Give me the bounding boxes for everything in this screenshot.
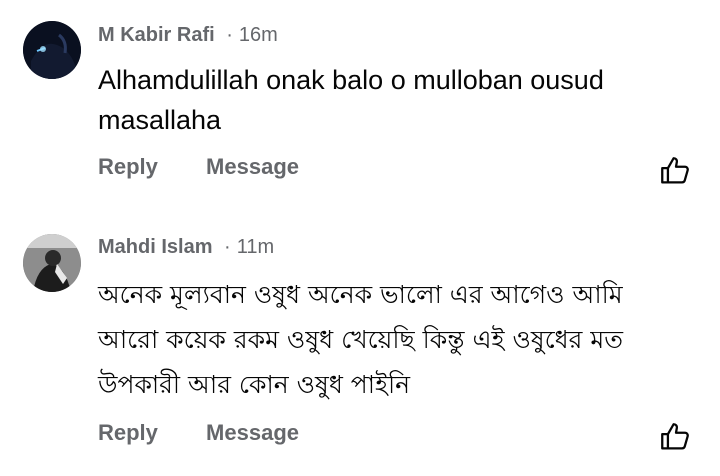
comment-time: 11m — [236, 236, 275, 258]
comments-list: M Kabir Rafi · 16m Alhamdulillah onak bal… — [0, 0, 720, 476]
comment-meta: Mahdi Islam · 11m — [98, 236, 274, 259]
author-name[interactable]: M Kabir Rafi — [98, 24, 215, 46]
avatar-image — [23, 234, 81, 292]
thumbs-up-icon[interactable] — [658, 154, 692, 188]
avatar-image — [23, 21, 81, 79]
avatar[interactable] — [23, 21, 81, 79]
comment-item: Mahdi Islam · 11m অনেক মূল্যবান ওষুধ অনেক… — [0, 226, 720, 476]
reply-button[interactable]: Reply — [98, 154, 158, 179]
message-button[interactable]: Message — [206, 154, 299, 179]
comment-actions: Reply Message — [98, 154, 299, 180]
meta-separator: · — [226, 24, 233, 46]
comment-actions: Reply Message — [98, 420, 299, 446]
comment-time: 16m — [238, 24, 278, 46]
avatar[interactable] — [23, 234, 81, 292]
comment-item: M Kabir Rafi · 16m Alhamdulillah onak bal… — [0, 0, 720, 210]
author-name[interactable]: Mahdi Islam — [98, 236, 212, 258]
comment-text: Alhamdulillah onak balo o mulloban ousud… — [98, 65, 604, 135]
message-button[interactable]: Message — [206, 420, 299, 445]
reply-button[interactable]: Reply — [98, 420, 158, 445]
comment-text: অনেক মূল্যবান ওষুধ অনেক ভালো এর আগেও আমি… — [98, 280, 624, 399]
meta-separator: · — [224, 236, 231, 258]
comment-meta: M Kabir Rafi · 16m — [98, 24, 278, 47]
thumbs-up-icon[interactable] — [658, 420, 692, 454]
